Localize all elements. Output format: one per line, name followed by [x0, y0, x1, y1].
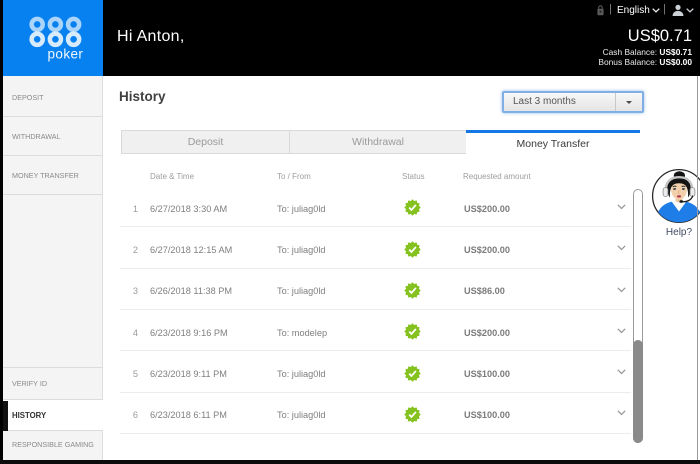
- svg-text:poker: poker: [48, 47, 84, 62]
